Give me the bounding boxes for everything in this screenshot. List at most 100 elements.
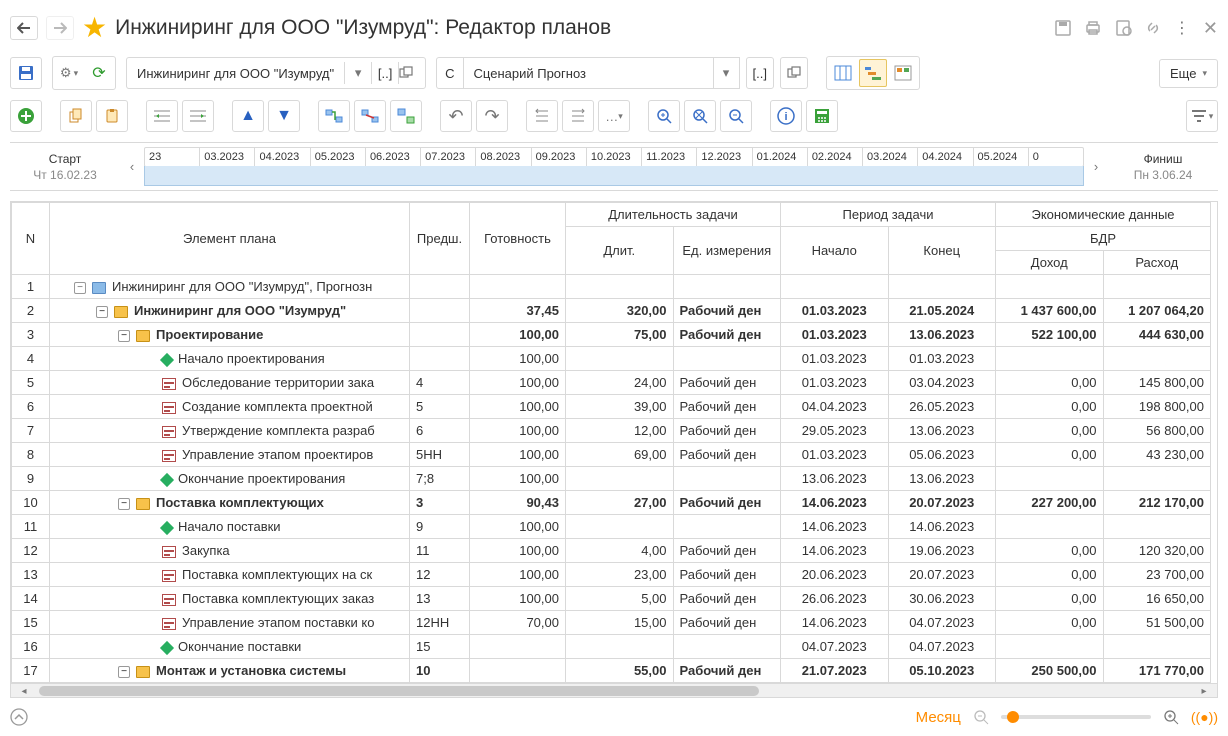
hdr-income[interactable]: Доход bbox=[996, 251, 1104, 275]
cell-income[interactable]: 250 500,00 bbox=[996, 659, 1104, 683]
expand-all-button[interactable] bbox=[526, 100, 558, 132]
scenario-open-icon[interactable] bbox=[780, 57, 808, 89]
cell-end[interactable]: 04.07.2023 bbox=[888, 611, 996, 635]
cell-pred[interactable]: 13 bbox=[410, 587, 470, 611]
cell-expense[interactable]: 51 500,00 bbox=[1103, 611, 1211, 635]
cell-dur[interactable]: 15,00 bbox=[566, 611, 674, 635]
scenario-dropdown-icon[interactable]: ▾ bbox=[714, 57, 740, 89]
cell-dur[interactable] bbox=[566, 467, 674, 491]
hdr-n[interactable]: N bbox=[12, 203, 50, 275]
collapse-all-button[interactable] bbox=[562, 100, 594, 132]
table-row[interactable]: 10 −Поставка комплектующих 3 90,43 27,00… bbox=[12, 491, 1211, 515]
move-up-button[interactable]: ▲ bbox=[232, 100, 264, 132]
link-icon[interactable] bbox=[1144, 19, 1162, 37]
cell-expense[interactable]: 212 170,00 bbox=[1103, 491, 1211, 515]
cell-expense[interactable]: 444 630,00 bbox=[1103, 323, 1211, 347]
cell-income[interactable]: 1 437 600,00 bbox=[996, 299, 1104, 323]
table-row[interactable]: 16 Окончание поставки 15 04.07.2023 04.0… bbox=[12, 635, 1211, 659]
cell-dur[interactable]: 69,00 bbox=[566, 443, 674, 467]
paste-button[interactable] bbox=[96, 100, 128, 132]
cell-ready[interactable]: 100,00 bbox=[470, 443, 566, 467]
live-update-icon[interactable]: ((●)) bbox=[1191, 709, 1218, 725]
timeline-month[interactable]: 23 bbox=[145, 148, 200, 166]
settings-button[interactable]: ⚙▾ bbox=[55, 59, 83, 87]
cell-unit[interactable] bbox=[673, 347, 781, 371]
cell-ready[interactable]: 100,00 bbox=[470, 539, 566, 563]
cell-name[interactable]: Управление этапом поставки ко bbox=[50, 611, 410, 635]
cell-dur[interactable]: 12,00 bbox=[566, 419, 674, 443]
hdr-econ-group[interactable]: Экономические данные bbox=[996, 203, 1211, 227]
cell-expense[interactable]: 23 700,00 bbox=[1103, 563, 1211, 587]
cell-start[interactable]: 01.03.2023 bbox=[781, 299, 889, 323]
cell-ready[interactable]: 100,00 bbox=[470, 467, 566, 491]
scenario-brackets[interactable]: [..] bbox=[746, 57, 774, 89]
cell-unit[interactable]: Рабочий ден bbox=[673, 491, 781, 515]
cell-end[interactable]: 05.06.2023 bbox=[888, 443, 996, 467]
timeline-scroll-right[interactable]: › bbox=[1084, 147, 1108, 186]
row-toggle[interactable]: − bbox=[118, 666, 130, 678]
timeline-month[interactable]: 04.2024 bbox=[918, 148, 973, 166]
cell-start[interactable]: 14.06.2023 bbox=[781, 491, 889, 515]
timeline-month[interactable]: 09.2023 bbox=[532, 148, 587, 166]
cell-end[interactable]: 13.06.2023 bbox=[888, 467, 996, 491]
cell-pred[interactable]: 15 bbox=[410, 635, 470, 659]
cell-name[interactable]: −Проектирование bbox=[50, 323, 410, 347]
horizontal-scrollbar[interactable]: ◂ ▸ bbox=[11, 683, 1217, 697]
cell-pred[interactable]: 6 bbox=[410, 419, 470, 443]
nav-back-button[interactable] bbox=[10, 16, 38, 40]
timeline-month[interactable]: 03.2024 bbox=[863, 148, 918, 166]
cell-end[interactable]: 14.06.2023 bbox=[888, 515, 996, 539]
cell-dur[interactable] bbox=[566, 635, 674, 659]
cell-start[interactable]: 26.06.2023 bbox=[781, 587, 889, 611]
timeline-month[interactable]: 07.2023 bbox=[421, 148, 476, 166]
cell-income[interactable]: 227 200,00 bbox=[996, 491, 1104, 515]
hdr-expense[interactable]: Расход bbox=[1103, 251, 1211, 275]
cell-income[interactable]: 0,00 bbox=[996, 395, 1104, 419]
cell-ready[interactable]: 100,00 bbox=[470, 323, 566, 347]
cell-name[interactable]: Начало проектирования bbox=[50, 347, 410, 371]
scroll-thumb[interactable] bbox=[39, 686, 759, 696]
cell-name[interactable]: Закупка bbox=[50, 539, 410, 563]
favorite-star-icon[interactable]: ★ bbox=[82, 14, 107, 42]
cell-expense[interactable]: 145 800,00 bbox=[1103, 371, 1211, 395]
cell-name[interactable]: Начало поставки bbox=[50, 515, 410, 539]
cell-pred[interactable]: 4 bbox=[410, 371, 470, 395]
cell-ready[interactable]: 100,00 bbox=[470, 347, 566, 371]
cell-start[interactable]: 14.06.2023 bbox=[781, 539, 889, 563]
cell-unit[interactable]: Рабочий ден bbox=[673, 659, 781, 683]
cell-pred[interactable]: 12НН bbox=[410, 611, 470, 635]
cell-expense[interactable]: 56 800,00 bbox=[1103, 419, 1211, 443]
cell-pred[interactable]: 12 bbox=[410, 563, 470, 587]
table-row[interactable]: 7 Утверждение комплекта разраб 6 100,00 … bbox=[12, 419, 1211, 443]
timeline-bar[interactable] bbox=[144, 166, 1084, 186]
cell-dur[interactable]: 4,00 bbox=[566, 539, 674, 563]
scroll-right-icon[interactable]: ▸ bbox=[1197, 684, 1211, 698]
timeline-month[interactable]: 03.2023 bbox=[200, 148, 255, 166]
cell-unit[interactable] bbox=[673, 635, 781, 659]
info-button[interactable]: i bbox=[770, 100, 802, 132]
cell-name[interactable]: Обследование территории зака bbox=[50, 371, 410, 395]
cell-name[interactable]: Создание комплекта проектной bbox=[50, 395, 410, 419]
view-resource-button[interactable] bbox=[889, 59, 917, 87]
timeline-month[interactable]: 04.2023 bbox=[255, 148, 310, 166]
undo-button[interactable]: ↶ bbox=[440, 100, 472, 132]
table-row[interactable]: 8 Управление этапом проектиров 5НН 100,0… bbox=[12, 443, 1211, 467]
cell-end[interactable]: 21.05.2024 bbox=[888, 299, 996, 323]
table-row[interactable]: 14 Поставка комплектующих заказ 13 100,0… bbox=[12, 587, 1211, 611]
cell-income[interactable]: 0,00 bbox=[996, 563, 1104, 587]
cell-start[interactable]: 21.07.2023 bbox=[781, 659, 889, 683]
cell-pred[interactable]: 3 bbox=[410, 491, 470, 515]
cell-expense[interactable] bbox=[1103, 347, 1211, 371]
hdr-period-group[interactable]: Период задачи bbox=[781, 203, 996, 227]
cell-expense[interactable]: 198 800,00 bbox=[1103, 395, 1211, 419]
print-icon[interactable] bbox=[1084, 19, 1102, 37]
calc-button[interactable] bbox=[806, 100, 838, 132]
table-row[interactable]: 9 Окончание проектирования 7;8 100,00 13… bbox=[12, 467, 1211, 491]
cell-income[interactable]: 0,00 bbox=[996, 371, 1104, 395]
cell-income[interactable]: 0,00 bbox=[996, 539, 1104, 563]
cell-dur[interactable]: 23,00 bbox=[566, 563, 674, 587]
scenario-prefix[interactable]: С bbox=[436, 57, 463, 89]
cell-ready[interactable]: 100,00 bbox=[470, 563, 566, 587]
cell-ready[interactable] bbox=[470, 635, 566, 659]
cell-name[interactable]: Управление этапом проектиров bbox=[50, 443, 410, 467]
